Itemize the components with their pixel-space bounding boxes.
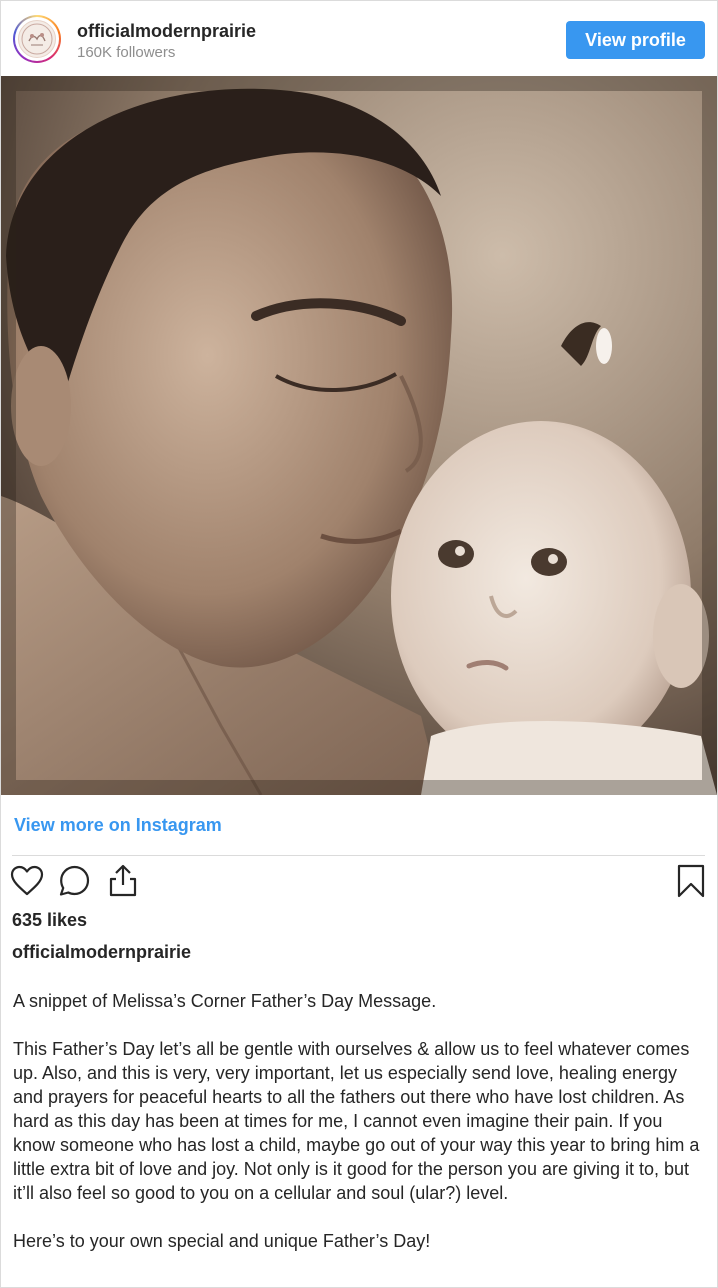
comment-icon[interactable] [57,863,93,899]
caption-username[interactable]: officialmodernprairie [12,942,191,963]
like-count[interactable]: 635 likes [12,910,87,931]
post-photo[interactable] [1,76,717,795]
heart-icon[interactable] [9,863,45,899]
share-icon[interactable] [105,863,141,899]
divider [12,855,705,856]
caption-paragraph: This Father’s Day let’s all be gentle wi… [13,1039,700,1203]
action-bar [1,863,717,903]
caption-paragraph: A snippet of Melissa’s Corner Father’s D… [13,991,437,1011]
bookmark-icon[interactable] [673,863,709,899]
post-header: officialmodernprairie 160K followers Vie… [1,1,717,76]
post-caption: A snippet of Melissa’s Corner Father’s D… [13,989,709,1277]
view-more-link[interactable]: View more on Instagram [14,815,222,836]
view-profile-button[interactable]: View profile [566,21,705,59]
caption-paragraph: Here’s to your own special and unique Fa… [13,1231,431,1251]
follower-count: 160K followers [77,44,176,61]
profile-username[interactable]: officialmodernprairie [77,21,256,42]
avatar[interactable] [13,15,61,63]
instagram-embed-card: officialmodernprairie 160K followers Vie… [0,0,718,1288]
sepia-father-baby-photo [1,76,717,795]
